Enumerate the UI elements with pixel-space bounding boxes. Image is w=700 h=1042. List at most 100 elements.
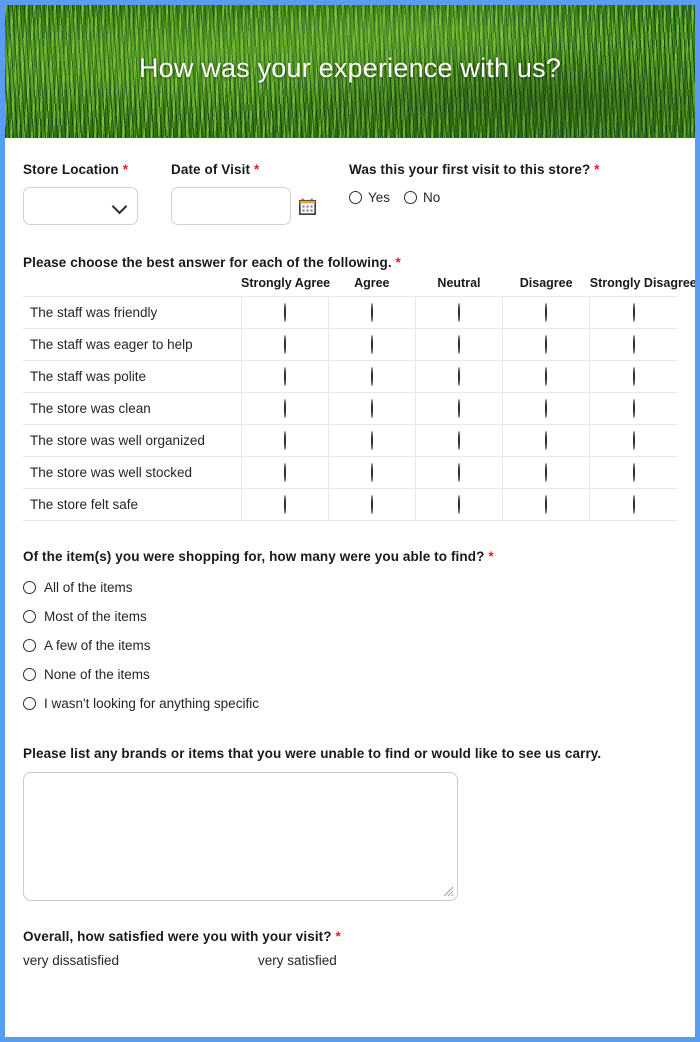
radio-button-icon[interactable] <box>545 431 547 450</box>
radio-button-icon[interactable] <box>284 335 286 354</box>
radio-button-icon[interactable] <box>545 367 547 386</box>
date-of-visit-label: Date of Visit * <box>171 162 349 177</box>
matrix-cell[interactable] <box>415 393 502 425</box>
survey-form: Store Location * Date of Visit * <box>5 162 695 968</box>
matrix-cell[interactable] <box>590 489 677 521</box>
radio-button-icon[interactable] <box>284 303 286 322</box>
radio-button-icon[interactable] <box>23 639 36 652</box>
radio-button-icon[interactable] <box>371 463 373 482</box>
radio-button-icon[interactable] <box>458 431 460 450</box>
radio-button-icon[interactable] <box>633 399 635 418</box>
table-row: The store was well organized <box>23 425 677 457</box>
brands-textarea[interactable] <box>23 772 458 901</box>
first-visit-option-yes[interactable]: Yes <box>349 190 390 205</box>
radio-button-icon[interactable] <box>633 367 635 386</box>
radio-button-icon[interactable] <box>458 495 460 514</box>
radio-button-icon[interactable] <box>633 495 635 514</box>
matrix-cell[interactable] <box>415 457 502 489</box>
matrix-cell[interactable] <box>241 457 328 489</box>
radio-button-icon[interactable] <box>458 399 460 418</box>
matrix-cell[interactable] <box>415 329 502 361</box>
matrix-body: The staff was friendly The staff was eag… <box>23 297 677 521</box>
matrix-cell[interactable] <box>415 361 502 393</box>
radio-button-icon[interactable] <box>545 399 547 418</box>
table-row: The store felt safe <box>23 489 677 521</box>
radio-button-icon[interactable] <box>23 610 36 623</box>
option-label: All of the items <box>44 580 133 595</box>
matrix-cell[interactable] <box>503 297 590 329</box>
matrix-cell[interactable] <box>590 297 677 329</box>
radio-button-icon[interactable] <box>371 303 373 322</box>
radio-button-icon[interactable] <box>371 495 373 514</box>
list-item[interactable]: All of the items <box>23 573 677 602</box>
matrix-cell[interactable] <box>415 425 502 457</box>
radio-button-icon[interactable] <box>545 335 547 354</box>
first-visit-group: Was this your first visit to this store?… <box>349 162 677 205</box>
store-location-group: Store Location * <box>23 162 171 225</box>
matrix-cell[interactable] <box>590 457 677 489</box>
list-item[interactable]: Most of the items <box>23 602 677 631</box>
matrix-cell[interactable] <box>590 425 677 457</box>
matrix-cell[interactable] <box>503 425 590 457</box>
matrix-cell[interactable] <box>328 489 415 521</box>
radio-button-icon[interactable] <box>458 367 460 386</box>
matrix-cell[interactable] <box>241 329 328 361</box>
radio-button-icon[interactable] <box>633 463 635 482</box>
radio-button-icon[interactable] <box>545 495 547 514</box>
radio-button-icon[interactable] <box>545 463 547 482</box>
radio-button-icon[interactable] <box>371 367 373 386</box>
list-item[interactable]: None of the items <box>23 660 677 689</box>
satisfaction-high-label: very satisfied <box>258 953 337 968</box>
radio-button-icon[interactable] <box>404 191 417 204</box>
radio-button-icon[interactable] <box>371 335 373 354</box>
radio-button-icon[interactable] <box>371 399 373 418</box>
store-location-select[interactable] <box>23 187 138 225</box>
matrix-cell[interactable] <box>328 393 415 425</box>
radio-button-icon[interactable] <box>633 335 635 354</box>
list-item[interactable]: A few of the items <box>23 631 677 660</box>
matrix-cell[interactable] <box>328 425 415 457</box>
matrix-cell[interactable] <box>328 329 415 361</box>
matrix-cell[interactable] <box>241 361 328 393</box>
radio-button-icon[interactable] <box>284 431 286 450</box>
radio-button-icon[interactable] <box>284 399 286 418</box>
matrix-cell[interactable] <box>241 489 328 521</box>
matrix-cell[interactable] <box>590 393 677 425</box>
matrix-row-label: The staff was polite <box>23 361 241 393</box>
radio-button-icon[interactable] <box>458 463 460 482</box>
matrix-cell[interactable] <box>503 393 590 425</box>
radio-button-icon[interactable] <box>284 463 286 482</box>
calendar-icon[interactable] <box>299 198 316 215</box>
list-item[interactable]: I wasn't looking for anything specific <box>23 689 677 718</box>
matrix-cell[interactable] <box>590 329 677 361</box>
first-visit-option-no[interactable]: No <box>404 190 440 205</box>
radio-button-icon[interactable] <box>633 303 635 322</box>
matrix-cell[interactable] <box>415 297 502 329</box>
matrix-cell[interactable] <box>503 361 590 393</box>
radio-button-icon[interactable] <box>284 367 286 386</box>
date-of-visit-input[interactable] <box>171 187 291 225</box>
matrix-cell[interactable] <box>503 329 590 361</box>
radio-button-icon[interactable] <box>23 581 36 594</box>
matrix-cell[interactable] <box>503 457 590 489</box>
matrix-cell[interactable] <box>241 393 328 425</box>
radio-button-icon[interactable] <box>23 697 36 710</box>
matrix-cell[interactable] <box>328 297 415 329</box>
radio-button-icon[interactable] <box>371 431 373 450</box>
matrix-cell[interactable] <box>328 361 415 393</box>
radio-button-icon[interactable] <box>23 668 36 681</box>
matrix-cell[interactable] <box>415 489 502 521</box>
radio-button-icon[interactable] <box>349 191 362 204</box>
matrix-cell[interactable] <box>328 457 415 489</box>
matrix-cell[interactable] <box>590 361 677 393</box>
matrix-cell[interactable] <box>241 297 328 329</box>
matrix-cell[interactable] <box>241 425 328 457</box>
radio-button-icon[interactable] <box>633 431 635 450</box>
radio-button-icon[interactable] <box>458 303 460 322</box>
resize-grip-icon[interactable] <box>443 886 454 897</box>
radio-button-icon[interactable] <box>545 303 547 322</box>
radio-button-icon[interactable] <box>284 495 286 514</box>
radio-button-icon[interactable] <box>458 335 460 354</box>
matrix-cell[interactable] <box>503 489 590 521</box>
table-row: The staff was friendly <box>23 297 677 329</box>
